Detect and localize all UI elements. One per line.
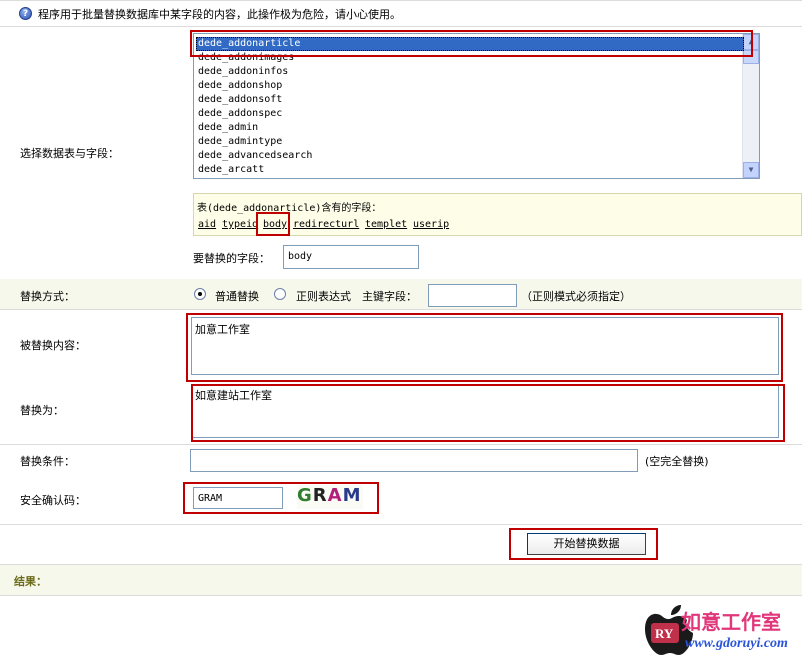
regex-note: （正则模式必须指定） bbox=[521, 290, 631, 303]
find-label: 被替换内容： bbox=[20, 339, 86, 352]
submit-divider bbox=[0, 524, 802, 525]
field-link-redirecturl[interactable]: redirecturl bbox=[293, 219, 359, 230]
result-row bbox=[0, 564, 802, 596]
top-divider bbox=[0, 0, 802, 1]
captcha-highlight bbox=[183, 482, 379, 514]
svg-text:RY: RY bbox=[655, 626, 674, 641]
replace-to-label: 替换为： bbox=[20, 404, 64, 417]
header-divider bbox=[0, 26, 802, 27]
table-select-label: 选择数据表与字段： bbox=[20, 147, 119, 160]
pk-input[interactable] bbox=[428, 284, 517, 307]
condition-input[interactable] bbox=[190, 449, 638, 472]
radio-normal[interactable] bbox=[194, 288, 206, 300]
condition-divider bbox=[0, 444, 802, 445]
table-option[interactable]: dede_advancedsearch bbox=[198, 149, 312, 163]
field-link-typeid[interactable]: typeid bbox=[222, 219, 258, 230]
table-option[interactable]: dede_admintype bbox=[198, 135, 282, 149]
field-link-userip[interactable]: userip bbox=[413, 219, 449, 230]
warning-notice: 程序用于批量替换数据库中某字段的内容，此操作极为危险，请小心使用。 bbox=[38, 8, 401, 21]
svg-text:www.gdoruyi.com: www.gdoruyi.com bbox=[685, 636, 788, 651]
apple-logo-icon: RY 如意工作室 www.gdoruyi.com bbox=[645, 605, 788, 655]
table-option[interactable]: dede_arcatt bbox=[198, 163, 264, 177]
submit-highlight bbox=[509, 528, 658, 560]
radio-regex-label: 正则表达式 bbox=[296, 290, 351, 303]
condition-note: (空完全替换) bbox=[645, 455, 709, 468]
table-option[interactable]: dede_admin bbox=[198, 121, 258, 135]
watermark-logo: RY 如意工作室 www.gdoruyi.com bbox=[641, 603, 802, 663]
table-option[interactable]: dede_addoninfos bbox=[198, 65, 288, 79]
table-selection-highlight bbox=[190, 30, 753, 57]
info-icon: ? bbox=[19, 7, 32, 20]
result-label: 结果： bbox=[14, 575, 47, 588]
field-link-templet[interactable]: templet bbox=[365, 219, 407, 230]
captcha-label: 安全确认码： bbox=[20, 494, 86, 507]
svg-text:如意工作室: 如意工作室 bbox=[681, 610, 781, 634]
mode-divider bbox=[0, 309, 802, 310]
scroll-down-button[interactable]: ▼ bbox=[743, 162, 759, 178]
replace-field-label: 要替换的字段： bbox=[193, 252, 270, 265]
table-option[interactable]: dede_addonsoft bbox=[198, 93, 282, 107]
replace-to-highlight bbox=[191, 384, 785, 442]
mode-label: 替换方式： bbox=[20, 290, 75, 303]
field-link-aid[interactable]: aid bbox=[198, 219, 216, 230]
radio-normal-label: 普通替换 bbox=[215, 290, 259, 303]
find-highlight bbox=[186, 313, 783, 382]
table-option[interactable]: dede_addonshop bbox=[198, 79, 282, 93]
table-option[interactable]: dede_addonspec bbox=[198, 107, 282, 121]
replace-field-input[interactable]: body bbox=[283, 245, 419, 269]
pk-label: 主键字段： bbox=[362, 290, 417, 303]
radio-regex[interactable] bbox=[274, 288, 286, 300]
body-field-highlight bbox=[256, 212, 290, 236]
condition-label: 替换条件： bbox=[20, 455, 75, 468]
